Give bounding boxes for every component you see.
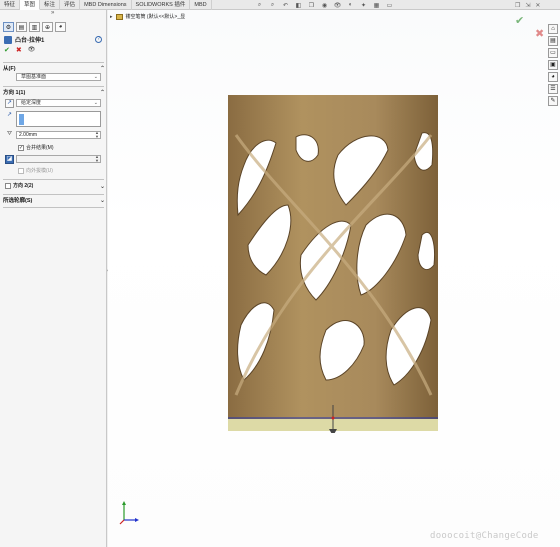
section-from-label: 从(F)	[3, 66, 16, 72]
help-icon[interactable]: ?	[95, 36, 102, 43]
section-view-icon[interactable]: ◧	[294, 2, 303, 9]
restore-icon[interactable]: ❐	[515, 2, 520, 9]
appearances-icon[interactable]: ◕	[548, 72, 558, 82]
section-direction2-toggle[interactable]: ⌄	[3, 182, 105, 190]
spin-arrows-icon[interactable]: ▲ ▼	[95, 155, 99, 163]
zoom-area-icon[interactable]: ⌕	[268, 2, 277, 9]
spin-arrows-icon[interactable]: ▲ ▼	[95, 131, 99, 139]
chevron-down-icon: ⌄	[93, 100, 98, 106]
pen-holder-model[interactable]	[226, 95, 440, 433]
direction-vector-icon: ↗	[6, 112, 13, 118]
tab-features[interactable]: 特征	[0, 0, 21, 10]
view-settings-icon[interactable]: ▦	[372, 2, 381, 9]
extrude-boss-icon	[4, 35, 12, 44]
chevron-down-icon: ⌄	[99, 197, 105, 204]
previous-view-icon[interactable]: ↶	[281, 2, 290, 9]
design-library-icon[interactable]: ▤	[548, 36, 558, 46]
merge-result-label: 合并结果(M)	[26, 145, 54, 151]
tab-mbd-dimensions[interactable]: MBD Dimensions	[80, 0, 132, 10]
zoom-fit-icon[interactable]: ⌕	[255, 2, 264, 9]
draft-outward-checkbox[interactable]: 向外拔模(U)	[18, 167, 53, 174]
draft-outward-box[interactable]	[18, 167, 24, 174]
from-start-condition-value: 草图基准面	[21, 74, 47, 80]
feature-title: 凸台-拉伸1	[4, 35, 44, 44]
divider	[3, 194, 104, 195]
file-explorer-icon[interactable]: ▭	[548, 48, 558, 58]
task-pane-tabs: ⌂ ▤ ▭ ▣ ◕ ☰ ✎	[548, 24, 559, 106]
view-palette-icon[interactable]: ▣	[548, 60, 558, 70]
view-orientation-icon[interactable]: ❒	[307, 2, 316, 9]
custom-properties-icon[interactable]: ☰	[548, 84, 558, 94]
section-selected-contours[interactable]: 所选轮廓(S) ⌄	[3, 196, 105, 205]
divider	[3, 207, 104, 208]
confirmation-cancel-icon[interactable]: ✖	[535, 27, 544, 40]
expand-panel-icon[interactable]: »	[51, 10, 54, 16]
apply-scene-icon[interactable]: ✦	[359, 2, 368, 9]
tab-solidworks-addins[interactable]: SOLIDWORKS 插件	[132, 0, 191, 10]
display-manager-tab-icon[interactable]: ◕	[55, 22, 66, 32]
hide-show-icon[interactable]: 👁	[333, 2, 342, 9]
edit-appearance-icon[interactable]: ◐	[346, 2, 355, 9]
end-condition-select[interactable]: 给定深度 ⌄	[16, 99, 101, 107]
display-style-icon[interactable]: ◉	[320, 2, 329, 9]
draft-angle-input[interactable]: ▲ ▼	[16, 155, 101, 163]
chevron-up-icon: ⌃	[99, 89, 105, 96]
origin-point	[331, 416, 335, 420]
viewport-window-controls: ❐ ⇲ ✕	[515, 2, 540, 9]
configuration-tab-icon[interactable]: ▥	[29, 22, 40, 32]
dimxpert-tab-icon[interactable]: ⊕	[42, 22, 53, 32]
feature-tree-tab-icon[interactable]: ▤	[16, 22, 27, 32]
action-buttons: ✔ ✖ 👁	[4, 46, 35, 54]
divider	[3, 62, 104, 63]
confirmation-ok-icon[interactable]: ✔	[515, 14, 524, 27]
feature-title-label: 凸台-拉伸1	[15, 38, 45, 44]
tab-mbd[interactable]: MBD	[190, 0, 212, 10]
reverse-direction-icon[interactable]: ↗	[5, 99, 14, 108]
display-icon[interactable]: ▭	[385, 2, 394, 9]
depth-input[interactable]: 2.00mm ▲ ▼	[16, 131, 101, 139]
watermark-text: dooocoit@ChangeCode	[430, 531, 539, 541]
from-start-condition-select[interactable]: 草图基准面 ⌄	[16, 73, 101, 81]
heads-up-view-toolbar: ⌕ ⌕ ↶ ◧ ❒ ◉ 👁 ◐ ✦ ▦ ▭	[255, 2, 394, 9]
selected-contours-label: 所选轮廓(S)	[3, 198, 33, 204]
merge-result-checkbox[interactable]: ✓ 合并结果(M)	[18, 144, 54, 151]
split-icon[interactable]: ⇲	[525, 2, 530, 9]
part-name: 镂空笔筒 (默认<<默认>_显	[125, 14, 186, 20]
arrow-head-icon	[329, 429, 337, 433]
chevron-down-icon: ⌄	[93, 74, 98, 80]
divider	[3, 86, 104, 87]
tab-annotate[interactable]: 标注	[40, 0, 61, 10]
property-manager-tab-icon[interactable]: ⚙	[3, 22, 14, 32]
draft-icon[interactable]: ◪	[5, 155, 14, 164]
tab-evaluate[interactable]: 评估	[60, 0, 81, 10]
section-direction1-label: 方向 1(1)	[3, 90, 26, 96]
part-icon	[115, 13, 123, 20]
manager-tabs: ⚙ ▤ ▥ ⊕ ◕	[0, 21, 107, 33]
depth-value: 2.00mm	[19, 132, 38, 138]
end-condition-value: 给定深度	[21, 100, 42, 106]
draft-outward-label: 向外拔模(U)	[26, 168, 53, 174]
reference-triad	[119, 501, 139, 525]
selection-highlight	[19, 114, 24, 125]
detailed-preview-icon[interactable]: 👁	[28, 46, 36, 54]
flyout-feature-tree[interactable]: ▸ 镂空笔筒 (默认<<默认>_显	[110, 13, 185, 20]
direction-selection-box[interactable]	[16, 111, 101, 127]
depth-icon: ⛛	[6, 131, 13, 137]
close-icon[interactable]: ✕	[535, 2, 540, 9]
section-direction1[interactable]: 方向 1(1) ⌃	[3, 88, 105, 97]
ok-button[interactable]: ✔	[4, 46, 10, 54]
cancel-button[interactable]: ✖	[16, 46, 22, 54]
merge-result-box[interactable]: ✓	[18, 144, 24, 151]
chevron-down-icon: ⌄	[99, 183, 105, 190]
solidworks-resources-icon[interactable]: ⌂	[548, 24, 558, 34]
forum-icon[interactable]: ✎	[548, 96, 558, 106]
expand-arrow-icon[interactable]: ▸	[110, 14, 113, 20]
section-from[interactable]: 从(F) ⌃	[3, 64, 105, 73]
chevron-up-icon: ⌃	[99, 65, 105, 72]
divider	[3, 179, 104, 180]
tab-sketch[interactable]: 草图	[20, 0, 41, 10]
